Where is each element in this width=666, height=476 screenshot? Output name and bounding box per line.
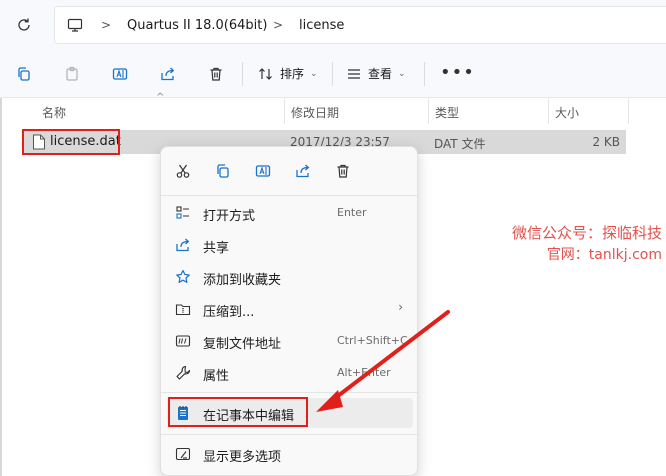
menu-separator — [161, 195, 419, 196]
command-toolbar: 排序 ⌄ 查看 ⌄ ••• — [0, 50, 666, 98]
menu-item-add-favorites[interactable]: 添加到收藏夹 — [167, 262, 413, 292]
column-divider[interactable] — [548, 98, 549, 124]
zip-icon — [175, 301, 191, 317]
menu-separator — [161, 434, 419, 435]
sort-label: 排序 — [280, 67, 305, 81]
menu-item-label: 添加到收藏夹 — [203, 273, 282, 288]
menu-item-label: 属性 — [203, 369, 230, 384]
address-field[interactable]: > Quartus II 18.0(64bit) > license — [54, 6, 666, 44]
file-type: DAT 文件 — [434, 137, 486, 151]
paste-icon[interactable] — [62, 64, 82, 84]
refresh-icon[interactable] — [14, 15, 34, 35]
open-with-icon — [175, 205, 191, 221]
breadcrumb-quartus[interactable]: Quartus II 18.0(64bit) — [127, 18, 267, 33]
menu-item-compress[interactable]: 压缩到... › — [167, 294, 413, 324]
column-name[interactable]: 名称 — [42, 104, 66, 121]
view-icon — [348, 68, 360, 79]
breadcrumb-license[interactable]: license — [299, 18, 344, 33]
more-button[interactable]: ••• — [440, 62, 475, 83]
more-options-icon — [175, 446, 191, 462]
chevron-right-icon: > — [101, 18, 112, 32]
column-divider[interactable] — [428, 98, 429, 124]
watermark-line1: 微信公众号：探临科技 — [511, 224, 662, 242]
chevron-down-icon: ⌄ — [310, 68, 318, 79]
column-divider[interactable] — [284, 98, 285, 124]
address-bar: > Quartus II 18.0(64bit) > license — [0, 0, 666, 50]
chevron-right-icon: › — [398, 300, 403, 314]
menu-item-copy-path[interactable]: 复制文件地址 Ctrl+Shift+C — [167, 326, 413, 356]
column-type[interactable]: 类型 — [435, 104, 459, 121]
share-icon[interactable] — [158, 64, 178, 84]
sort-caret-icon: ^ — [156, 92, 165, 103]
menu-item-more-options[interactable]: 显示更多选项 — [167, 439, 413, 469]
chevron-right-icon: > — [273, 18, 284, 32]
menu-item-shortcut: Ctrl+Shift+C — [337, 334, 408, 347]
toolbar-divider — [424, 62, 425, 86]
star-icon — [175, 269, 191, 285]
delete-icon[interactable] — [333, 161, 353, 181]
delete-icon[interactable] — [206, 64, 226, 84]
context-menu-iconbar — [161, 147, 419, 195]
menu-item-share[interactable]: 共享 — [167, 230, 413, 260]
wrench-icon — [175, 365, 191, 381]
menu-item-label: 显示更多选项 — [203, 450, 282, 465]
menu-item-label: 压缩到... — [203, 305, 255, 320]
chevron-down-icon: ⌄ — [398, 68, 406, 79]
menu-item-label: 打开方式 — [203, 209, 256, 224]
sort-button[interactable]: 排序 ⌄ — [258, 65, 318, 82]
watermark-line2: 官网：tanlkj.com — [546, 247, 662, 263]
menu-item-shortcut: Enter — [337, 206, 367, 219]
sort-icon — [259, 67, 272, 80]
cut-icon[interactable] — [173, 161, 193, 181]
menu-item-open-with[interactable]: 打开方式 Enter — [167, 198, 413, 228]
share-icon — [175, 237, 191, 253]
file-size: 2 KB — [592, 135, 620, 149]
menu-item-shortcut: Alt+Enter — [337, 366, 391, 379]
menu-item-properties[interactable]: 属性 Alt+Enter — [167, 358, 413, 388]
column-size[interactable]: 大小 — [555, 104, 579, 121]
menu-separator — [161, 392, 419, 393]
computer-icon — [67, 17, 83, 36]
column-header: ^ 名称 修改日期 类型 大小 — [0, 92, 666, 124]
copy-path-icon — [175, 333, 191, 349]
share-icon[interactable] — [293, 161, 313, 181]
file-highlight-box — [22, 129, 120, 155]
copy-icon[interactable] — [213, 161, 233, 181]
view-button[interactable]: 查看 ⌄ — [346, 65, 406, 82]
toolbar-divider — [242, 62, 243, 86]
column-date[interactable]: 修改日期 — [291, 104, 339, 121]
column-divider[interactable] — [628, 98, 629, 124]
rename-icon[interactable] — [110, 64, 130, 84]
toolbar-divider — [332, 62, 333, 86]
menu-item-label: 共享 — [203, 241, 230, 256]
notepad-highlight-box — [168, 397, 308, 427]
menu-item-label: 复制文件地址 — [203, 337, 282, 352]
copy-icon[interactable] — [14, 64, 34, 84]
nav-pane-edge — [0, 98, 2, 476]
rename-icon[interactable] — [253, 161, 273, 181]
view-label: 查看 — [368, 67, 393, 81]
